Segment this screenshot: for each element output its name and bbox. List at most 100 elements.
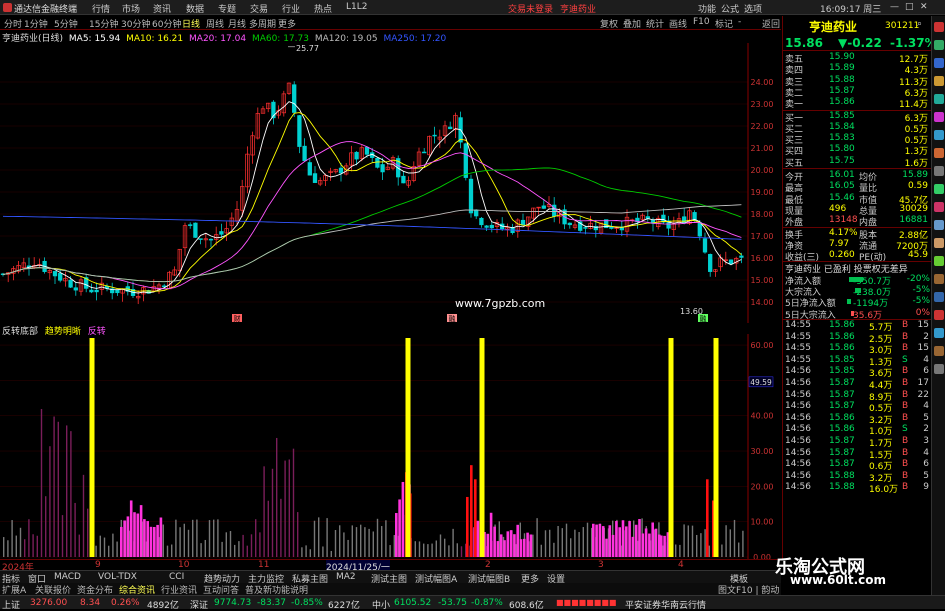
indicator-line-bar	[229, 531, 232, 557]
reversal-bar	[149, 526, 153, 557]
sidebar-tool-icon[interactable]	[934, 130, 944, 140]
menu-shichang[interactable]: 市场	[122, 2, 140, 15]
maximize-icon[interactable]: □	[905, 2, 914, 12]
indicator-chart[interactable]: 0.0010.0020.0030.0040.0050.0060.0049.59	[0, 334, 781, 559]
tick-row: 14:56 15.86 3.2万 B 5	[783, 413, 932, 426]
tab-8[interactable]: MA2	[336, 572, 356, 582]
index-chg-zx: -53.75	[438, 598, 468, 608]
period-5min[interactable]: 5分钟	[54, 17, 78, 30]
menu-xuanxiang[interactable]: 选项	[744, 2, 762, 15]
menu-hangye[interactable]: 行业	[282, 2, 300, 15]
indicator-line-bar	[742, 530, 744, 557]
sidebar-tool-icon[interactable]	[934, 94, 944, 104]
menu-zixun[interactable]: 资讯	[153, 2, 171, 15]
flow-title-row: 亨迪药业 已盈利 投票权无差异	[783, 262, 932, 275]
indicator-line-bar	[259, 532, 261, 557]
reversal-bar	[143, 519, 146, 557]
tool-tongji[interactable]: 统计	[646, 17, 664, 30]
sidebar-tool-icon[interactable]	[934, 220, 944, 230]
period-weekly[interactable]: 周线	[206, 17, 224, 30]
menu-zhuanti[interactable]: 专题	[218, 2, 236, 15]
menu-l1l2[interactable]: L1L2	[346, 2, 367, 12]
tab-2[interactable]: MACD	[54, 572, 81, 582]
indicator-line-bar	[536, 518, 538, 557]
period-monthly[interactable]: 月线	[228, 17, 246, 30]
indicator-line-bar	[19, 527, 22, 557]
indicator-line-bar	[238, 541, 240, 557]
period-multi[interactable]: 多周期	[249, 17, 276, 30]
close-icon[interactable]: ✕	[920, 2, 928, 12]
indicator-line-bar	[187, 529, 190, 557]
bid-volume: 1.6万	[904, 158, 928, 169]
tool-biaoji[interactable]: 标记	[715, 17, 733, 30]
period-fenshi[interactable]: 分时	[4, 17, 22, 30]
period-more[interactable]: 更多	[278, 17, 296, 30]
period-15min[interactable]: 15分钟	[89, 17, 118, 30]
period-1min[interactable]: 1分钟	[24, 17, 48, 30]
menu-shuju[interactable]: 数据	[186, 2, 204, 15]
sidebar-tool-icon[interactable]	[934, 256, 944, 266]
sidebar-tool-icon[interactable]	[934, 274, 944, 284]
tool-diejia[interactable]: 叠加	[623, 17, 641, 30]
indicator-line-bar	[351, 525, 353, 557]
candle-body	[541, 205, 546, 209]
tool-dash[interactable]: -	[738, 17, 741, 27]
sidebar-tool-icon[interactable]	[934, 184, 944, 194]
candle-body	[208, 238, 214, 241]
tool-f10[interactable]: F10	[693, 17, 710, 27]
sidebar-tool-icon[interactable]	[934, 346, 944, 356]
sidebar-tool-icon[interactable]	[934, 22, 944, 32]
menu-gongshi[interactable]: 公式	[721, 2, 739, 15]
menu-redian[interactable]: 热点	[314, 2, 332, 15]
tool-fanhui[interactable]: 返回	[762, 17, 780, 30]
reversal-bar	[146, 521, 149, 557]
sidebar-tool-icon[interactable]	[934, 58, 944, 68]
sidebar-tool-icon[interactable]	[934, 76, 944, 86]
indicator-line-bar	[330, 550, 332, 557]
stock-code: 301211	[885, 21, 920, 31]
sidebar-tool-icon[interactable]	[934, 238, 944, 248]
signal-bar	[470, 465, 473, 557]
indicator-line-bar	[250, 534, 253, 557]
tab-3[interactable]: VOL-TDX	[98, 572, 137, 582]
candlestick-chart[interactable]: 14.00 15.00 16.00 17.00 18.00 19.00 20.00 21.00…	[0, 43, 781, 323]
signal-bar	[474, 479, 477, 557]
sidebar-tool-icon[interactable]	[934, 292, 944, 302]
sidebar-tool-icon[interactable]	[934, 310, 944, 320]
sidebar-tool-icon[interactable]	[934, 112, 944, 122]
price-tick-label: 23.00	[751, 100, 774, 109]
event-marker-label: 融	[700, 314, 707, 323]
minimize-icon[interactable]: —	[890, 2, 899, 12]
indicator-line-bar	[393, 535, 395, 557]
sidebar-tool-icon[interactable]	[934, 148, 944, 158]
tool-fuquan[interactable]: 复权	[600, 17, 618, 30]
stock-alert[interactable]: 亨迪药业	[560, 2, 596, 15]
high-annotation: 25.77	[296, 44, 319, 53]
sidebar-tool-icon[interactable]	[934, 40, 944, 50]
tick-count: 6	[923, 366, 929, 377]
price-tick-label: 17.00	[751, 232, 774, 241]
ask-price: 15.88	[829, 74, 855, 85]
reversal-bar	[663, 535, 666, 557]
trade-login-alert[interactable]: 交易未登录	[508, 2, 553, 15]
price-change: ▼-0.22	[838, 36, 882, 50]
sidebar-tool-icon[interactable]	[934, 364, 944, 374]
search-icon[interactable]: ⌕	[917, 19, 922, 29]
status-bar: 上证 3276.00 8.34 0.26% 4892亿 深证 9774.73 -…	[0, 595, 945, 611]
sidebar-tool-icon[interactable]	[934, 328, 944, 338]
tab-4[interactable]: CCI	[169, 572, 184, 582]
indicator-line-bar	[267, 500, 269, 557]
menu-gongneng[interactable]: 功能	[698, 2, 716, 15]
menu-jiaoyi[interactable]: 交易	[250, 2, 268, 15]
period-daily[interactable]: 日线	[182, 17, 200, 30]
sidebar-tool-icon[interactable]	[934, 202, 944, 212]
period-60min[interactable]: 60分钟	[152, 17, 181, 30]
reversal-bar	[628, 521, 631, 557]
indicator-line-bar	[318, 517, 320, 557]
indicator-line-bar	[99, 535, 101, 557]
sidebar-tool-icon[interactable]	[934, 166, 944, 176]
menu-hangqing[interactable]: 行情	[92, 2, 110, 15]
tool-huaxian[interactable]: 画线	[669, 17, 687, 30]
period-30min[interactable]: 30分钟	[121, 17, 150, 30]
reversal-bar	[499, 534, 503, 557]
